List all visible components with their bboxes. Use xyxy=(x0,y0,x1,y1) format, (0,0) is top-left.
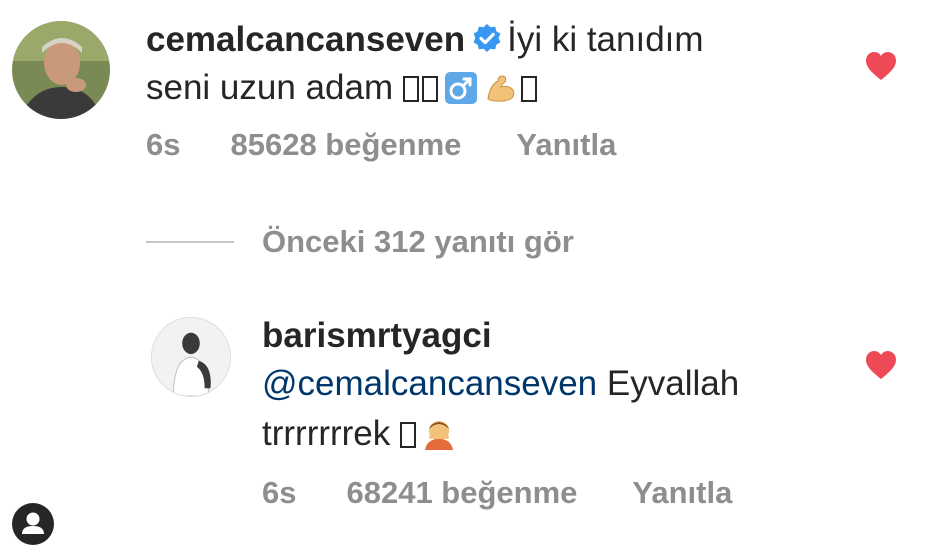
box-glyph-icon xyxy=(402,76,419,102)
comment-2-time[interactable]: 6s xyxy=(262,475,296,510)
replies-divider-line xyxy=(146,241,234,243)
comment-2-text-line-3: trrrrrrrek xyxy=(262,414,391,453)
comment-1-first-line: cemalcancanseven İyi ki tanıdım xyxy=(146,16,704,64)
comment-2-mention-link[interactable]: @cemalcancanseven xyxy=(262,364,597,403)
comment-2-username[interactable]: barismrtyagci xyxy=(262,316,492,355)
view-previous-replies-label: Önceki 312 yanıtı gör xyxy=(262,224,574,259)
comment-2-second-line: @cemalcancanseven Eyvallah xyxy=(262,360,739,408)
male-sign-emoji-icon xyxy=(444,71,478,105)
comment-1-text-line-1: İyi ki tanıdım xyxy=(507,20,704,59)
box-glyph-icon xyxy=(400,422,417,448)
comment-1-likes[interactable]: 85628 beğenme xyxy=(230,127,461,162)
comment-1-text-line-2: seni uzun adam xyxy=(146,68,394,107)
comment-1-meta: 6s 85628 beğenme Yanıtla xyxy=(146,125,616,165)
comment-2-reply-button[interactable]: Yanıtla xyxy=(632,475,732,510)
comment-1-time[interactable]: 6s xyxy=(146,127,180,162)
view-previous-replies-button[interactable]: Önceki 312 yanıtı gör xyxy=(146,222,574,262)
person-emoji-icon xyxy=(422,417,456,451)
avatar-cemalcancanseven[interactable] xyxy=(12,21,110,119)
comment-1-second-line: seni uzun adam xyxy=(146,64,540,112)
verified-badge-icon xyxy=(471,23,503,55)
like-heart-icon[interactable] xyxy=(864,349,898,381)
comment-2-meta: 6s 68241 beğenme Yanıtla xyxy=(262,473,732,513)
profile-icon[interactable] xyxy=(12,503,54,545)
box-glyph-icon xyxy=(520,76,537,102)
like-heart-icon[interactable] xyxy=(864,50,898,82)
comment-1-reply-button[interactable]: Yanıtla xyxy=(516,127,616,162)
box-glyph-icon xyxy=(421,76,438,102)
comment-2-third-line: trrrrrrrek xyxy=(262,410,459,458)
flexed-biceps-emoji-icon xyxy=(484,71,518,105)
comment-2-likes[interactable]: 68241 beğenme xyxy=(346,475,577,510)
comment-1-username[interactable]: cemalcancanseven xyxy=(146,20,465,59)
avatar-barismrtyagci[interactable] xyxy=(151,317,231,397)
comment-2-first-line: barismrtyagci xyxy=(262,312,492,360)
comment-2-text-line-2: Eyvallah xyxy=(597,364,740,403)
